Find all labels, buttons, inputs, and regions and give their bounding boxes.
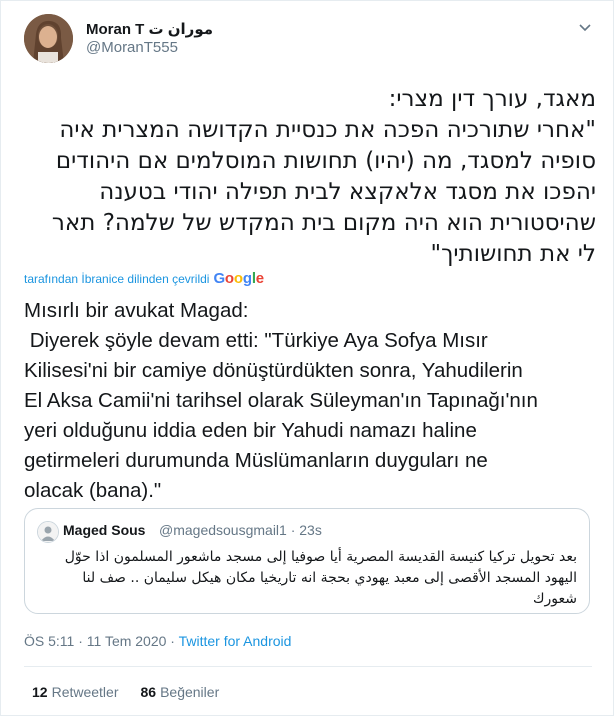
tweet-line: סופיה למסגד, מה (יהיו) תחושות המוסלמים א… <box>55 148 596 174</box>
tweet-line: יהפכו את מסגד אלאקצא לבית תפילה יהודי בט… <box>99 179 596 205</box>
divider <box>24 666 592 667</box>
quoted-line: شعورك <box>532 591 577 607</box>
tweet-line: לי את תחושותיך" <box>430 241 597 267</box>
likes-stat[interactable]: 86 Beğeniler <box>141 684 220 700</box>
translation-line: getirmeleri durumunda Müslümanların duyg… <box>24 449 488 472</box>
tweet-timestamp[interactable]: ÖS 5:11 · 11 Tem 2020 · <box>24 633 179 649</box>
author-avatar[interactable] <box>24 14 73 63</box>
tweet-text-translated: Mısırlı bir avukat Magad: Diyerek şöyle … <box>24 296 596 506</box>
tweet-source-app[interactable]: Twitter for Android <box>179 633 292 649</box>
quoted-line: اليهود المسجد الأقصى إلى معبد يهودي بحجة… <box>82 570 577 586</box>
quoted-author-handle[interactable]: @magedsousgmail1 · 23s <box>159 522 322 538</box>
translation-line: Kilisesi'ni bir camiye dönüştürdükten so… <box>24 359 523 382</box>
quoted-line: بعد تحويل تركيا كنيسة القديسة المصرية أي… <box>64 549 577 565</box>
retweets-count: 12 <box>32 684 48 700</box>
quoted-tweet-text: بعد تحويل تركيا كنيسة القديسة المصرية أي… <box>37 547 577 610</box>
author-name[interactable]: Moran T موران ت <box>86 20 213 38</box>
translation-note[interactable]: tarafından İbranice dilinden çevrildi <box>24 272 209 286</box>
translation-line: Diyerek şöyle devam etti: "Türkiye Aya S… <box>24 329 488 352</box>
tweet-text-original: מאגד, עורך דין מצרי: "אחרי שתורכיה הפכה … <box>24 84 596 270</box>
google-logo: Google <box>213 270 264 287</box>
tweet-stats: 12 Retweetler 86 Beğeniler <box>32 684 219 700</box>
author-handle[interactable]: @MoranT555 <box>86 39 178 56</box>
translation-line: Mısırlı bir avukat Magad: <box>24 299 249 322</box>
likes-count: 86 <box>140 684 157 700</box>
tweet-line: "אחרי שתורכיה הפכה את כנסיית הקדושה המצר… <box>59 117 596 143</box>
translation-line: El Aksa Camii'ni tarihsel olarak Süleyma… <box>24 389 538 412</box>
translation-line: olacak (bana)." <box>24 479 162 502</box>
tweet-meta: ÖS 5:11 · 11 Tem 2020 · Twitter for Andr… <box>24 633 291 649</box>
likes-label: Beğeniler <box>160 684 220 700</box>
quoted-author-name[interactable]: Maged Sous <box>63 522 145 538</box>
quoted-tweet[interactable]: Maged Sous @magedsousgmail1 · 23s بعد تح… <box>24 508 590 614</box>
retweets-stat[interactable]: 12 Retweetler <box>32 684 119 700</box>
tweet-line: שהיסטורית הוא היה מקום בית המקדש של שלמה… <box>51 210 596 236</box>
translation-line: yeri olduğunu iddia eden bir Yahudi nama… <box>24 419 477 442</box>
chevron-down-icon[interactable] <box>576 18 594 36</box>
tweet-line: מאגד, עורך דין מצרי: <box>388 86 596 112</box>
translation-attribution[interactable]: tarafından İbranice dilinden çevrildi Go… <box>24 270 264 287</box>
retweets-label: Retweetler <box>51 684 119 700</box>
quoted-author-avatar[interactable] <box>37 521 59 543</box>
